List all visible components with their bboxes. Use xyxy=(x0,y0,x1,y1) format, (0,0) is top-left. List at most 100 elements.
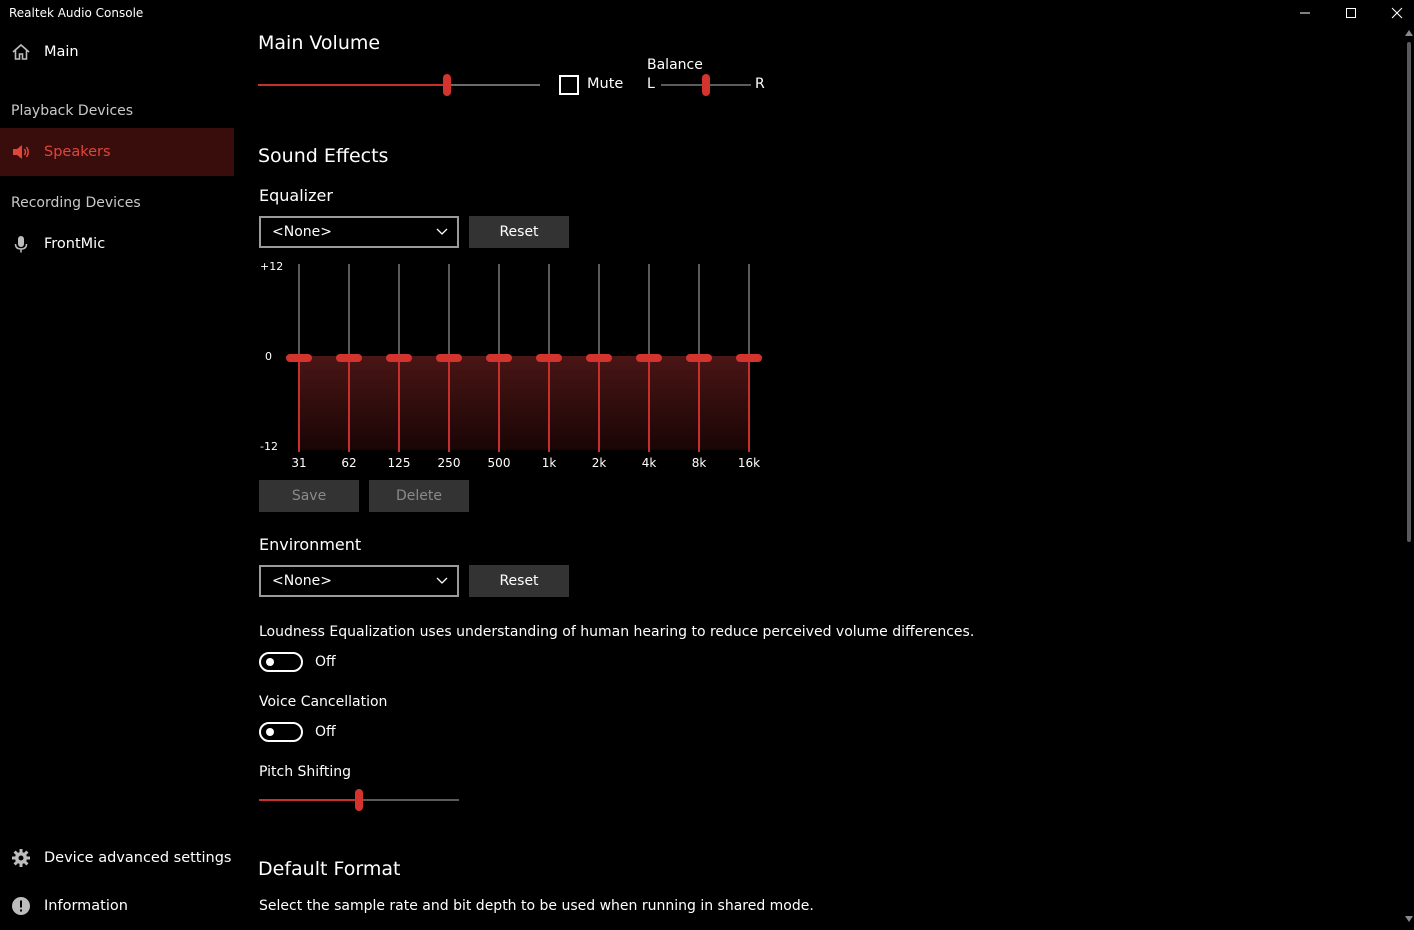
environment-preset-select[interactable]: <None> xyxy=(259,565,459,597)
pitch-thumb[interactable] xyxy=(355,789,363,811)
eq-band-thumb[interactable] xyxy=(286,354,312,362)
eq-band-fill xyxy=(348,358,350,452)
nav-frontmic[interactable]: FrontMic xyxy=(0,220,234,268)
eq-band-fill xyxy=(498,358,500,452)
nav-speakers-label: Speakers xyxy=(44,144,111,160)
scroll-up-icon xyxy=(1405,30,1413,36)
mute-checkbox[interactable] xyxy=(559,75,579,95)
balance-slider[interactable] xyxy=(661,74,751,98)
info-icon xyxy=(11,896,31,916)
chevron-down-icon xyxy=(436,577,448,584)
voice-cancellation-label: Voice Cancellation xyxy=(259,694,388,710)
eq-band-fill xyxy=(648,358,650,452)
chevron-down-icon xyxy=(436,228,448,235)
recording-devices-header: Recording Devices xyxy=(11,195,141,211)
eq-band-label: 125 xyxy=(387,456,411,470)
eq-band-thumb[interactable] xyxy=(586,354,612,362)
scroll-down-icon xyxy=(1405,916,1413,922)
nav-main[interactable]: Main xyxy=(0,28,234,76)
eq-band-label: 2k xyxy=(591,456,607,470)
balance-label: Balance xyxy=(647,57,703,73)
main-volume-thumb[interactable] xyxy=(442,74,451,96)
eq-band-fill xyxy=(598,358,600,452)
eq-band-label: 250 xyxy=(437,456,461,470)
nav-device-advanced-settings[interactable]: Device advanced settings xyxy=(0,834,234,882)
eq-band-fill xyxy=(398,358,400,452)
maximize-button[interactable] xyxy=(1328,0,1374,26)
eq-response-area xyxy=(298,356,748,450)
eq-zero-label: 0 xyxy=(265,350,272,363)
equalizer-reset-button[interactable]: Reset xyxy=(469,216,569,248)
gear-icon xyxy=(11,848,31,868)
eq-band-thumb[interactable] xyxy=(686,354,712,362)
minimize-button[interactable] xyxy=(1282,0,1328,26)
pitch-shifting-label: Pitch Shifting xyxy=(259,764,352,780)
pitch-fill xyxy=(259,799,359,801)
main-content: Main Volume Mute Balance L R Sound Effec… xyxy=(234,26,1404,928)
default-format-description: Select the sample rate and bit depth to … xyxy=(259,898,814,914)
eq-band-thumb[interactable] xyxy=(336,354,362,362)
equalizer-preset-select[interactable]: <None> xyxy=(259,216,459,248)
close-button[interactable] xyxy=(1374,0,1414,26)
eq-band-label: 1k xyxy=(541,456,557,470)
microphone-icon xyxy=(11,234,31,254)
nav-information-label: Information xyxy=(44,898,128,914)
eq-max-label: +12 xyxy=(260,260,284,273)
eq-delete-button[interactable]: Delete xyxy=(369,480,469,512)
scrollbar-thumb[interactable] xyxy=(1407,42,1411,542)
equalizer-label: Equalizer xyxy=(259,186,333,205)
eq-save-button[interactable]: Save xyxy=(259,480,359,512)
eq-band-thumb[interactable] xyxy=(386,354,412,362)
main-volume-slider[interactable] xyxy=(258,74,540,98)
eq-band-fill xyxy=(748,358,750,452)
eq-band-fill xyxy=(698,358,700,452)
eq-band-label: 16k xyxy=(737,456,761,470)
eq-band-fill xyxy=(298,358,300,452)
voice-cancellation-state: Off xyxy=(315,724,336,740)
home-icon xyxy=(11,42,31,62)
playback-devices-header: Playback Devices xyxy=(11,103,134,119)
balance-left-label: L xyxy=(647,76,655,92)
nav-speakers[interactable]: Speakers xyxy=(0,128,234,176)
voice-cancellation-toggle[interactable] xyxy=(259,722,303,742)
mute-label: Mute xyxy=(587,76,624,92)
main-volume-fill xyxy=(258,84,447,86)
title-bar: Realtek Audio Console xyxy=(0,0,1414,26)
vertical-scrollbar[interactable] xyxy=(1404,26,1414,928)
pitch-shifting-slider[interactable] xyxy=(259,789,459,813)
nav-main-label: Main xyxy=(44,44,79,60)
eq-band-label: 31 xyxy=(291,456,307,470)
eq-band-label: 8k xyxy=(691,456,707,470)
toggle-knob xyxy=(266,658,274,666)
eq-band-thumb[interactable] xyxy=(486,354,512,362)
speaker-icon xyxy=(11,142,31,162)
nav-device-advanced-settings-label: Device advanced settings xyxy=(44,850,232,866)
balance-right-label: R xyxy=(755,76,765,92)
eq-band-thumb[interactable] xyxy=(536,354,562,362)
eq-band-label: 4k xyxy=(641,456,657,470)
loudness-equalization-text: Loudness Equalization uses understanding… xyxy=(259,624,975,640)
default-format-title: Default Format xyxy=(258,858,401,880)
maximize-icon xyxy=(1346,8,1356,18)
loudness-equalization-toggle[interactable] xyxy=(259,652,303,672)
sound-effects-title: Sound Effects xyxy=(258,145,389,167)
eq-band-thumb[interactable] xyxy=(436,354,462,362)
nav-information[interactable]: Information xyxy=(0,882,234,930)
eq-band-label: 62 xyxy=(341,456,357,470)
environment-reset-button[interactable]: Reset xyxy=(469,565,569,597)
main-volume-title: Main Volume xyxy=(258,32,381,54)
minimize-icon xyxy=(1300,12,1310,14)
equalizer-preset-value: <None> xyxy=(272,224,332,240)
equalizer-graph: +12 0 -12 31 62 125 250 500 1k 2k 4k 8k 16k xyxy=(258,260,778,480)
app-title: Realtek Audio Console xyxy=(9,6,144,20)
environment-label: Environment xyxy=(259,535,362,554)
eq-band-thumb[interactable] xyxy=(736,354,762,362)
sidebar: Main Playback Devices Speakers Recording… xyxy=(0,26,234,928)
balance-thumb[interactable] xyxy=(702,74,710,96)
eq-band-fill xyxy=(548,358,550,452)
nav-frontmic-label: FrontMic xyxy=(44,236,106,252)
eq-min-label: -12 xyxy=(260,440,278,453)
loudness-state: Off xyxy=(315,654,336,670)
eq-band-thumb[interactable] xyxy=(636,354,662,362)
close-icon xyxy=(1391,7,1403,19)
